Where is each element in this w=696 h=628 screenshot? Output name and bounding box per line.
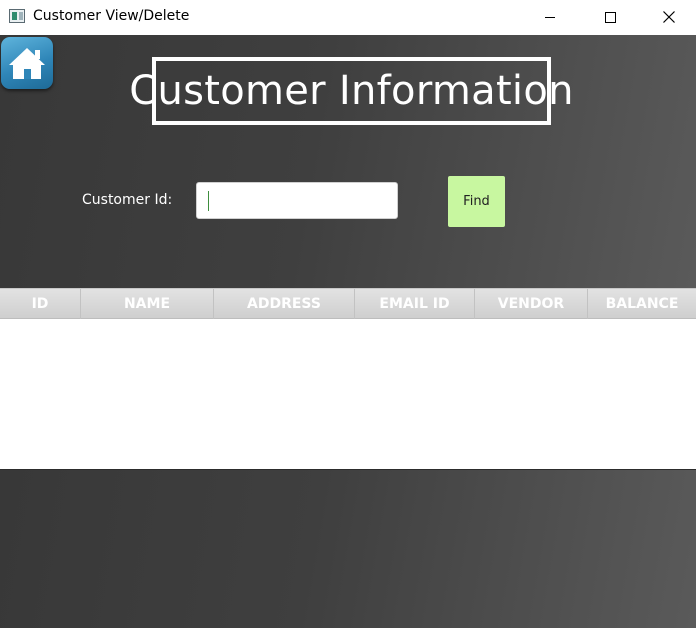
minimize-button[interactable] — [527, 0, 573, 34]
home-button[interactable] — [1, 37, 53, 89]
header-panel: Customer Information Customer Id: Find — [0, 35, 696, 288]
close-button[interactable] — [646, 0, 692, 34]
close-icon — [663, 11, 675, 23]
column-header-address[interactable]: ADDRESS — [214, 289, 355, 319]
home-icon — [9, 48, 45, 79]
maximize-icon — [604, 11, 616, 23]
app-icon — [9, 9, 25, 23]
window-title: Customer View/Delete — [33, 8, 190, 24]
window-titlebar: Customer View/Delete — [0, 0, 696, 35]
column-header-name[interactable]: NAME — [81, 289, 214, 319]
minimize-icon — [545, 16, 555, 18]
column-header-email[interactable]: EMAIL ID — [355, 289, 475, 319]
column-header-vendor[interactable]: VENDOR — [475, 289, 588, 319]
customer-id-label: Customer Id: — [82, 192, 173, 208]
column-header-balance[interactable]: BALANCE — [588, 289, 696, 319]
customer-id-input[interactable] — [196, 182, 398, 219]
find-button[interactable]: Find — [448, 176, 505, 227]
table-header: ID NAME ADDRESS EMAIL ID VENDOR BALANCE — [0, 289, 696, 319]
footer-panel — [0, 469, 696, 628]
column-header-id[interactable]: ID — [0, 289, 81, 319]
text-caret — [208, 191, 209, 211]
maximize-button[interactable] — [587, 0, 633, 34]
page-title: Customer Information — [129, 68, 574, 114]
page-title-box: Customer Information — [129, 57, 573, 125]
customer-table[interactable]: ID NAME ADDRESS EMAIL ID VENDOR BALANCE — [0, 288, 696, 469]
